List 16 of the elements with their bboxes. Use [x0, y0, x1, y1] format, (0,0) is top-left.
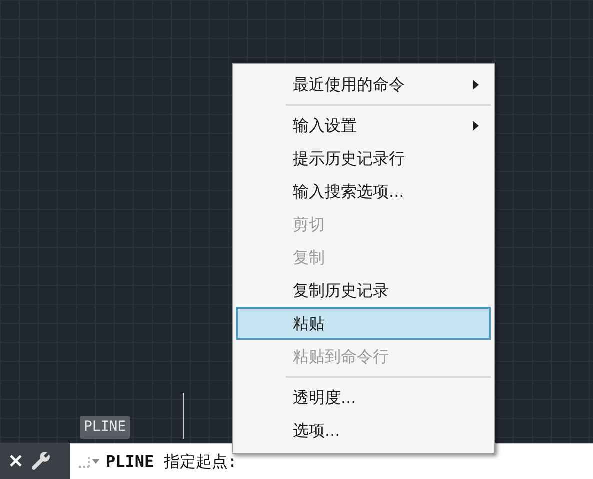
menu-item[interactable]: 输入设置	[236, 109, 491, 142]
menu-item[interactable]: 透明度...	[236, 381, 491, 414]
menu-item[interactable]: 最近使用的命令	[236, 68, 491, 101]
command-tooltip: PLINE	[80, 416, 130, 439]
dashed-line-icon	[78, 456, 90, 468]
caret-icon	[92, 458, 100, 464]
menu-item[interactable]: 粘贴	[236, 307, 491, 340]
menu-item[interactable]: 选项...	[236, 414, 491, 447]
close-button[interactable]	[8, 453, 24, 469]
crosshair-line	[183, 393, 184, 439]
menu-item[interactable]: 提示历史记录行	[236, 142, 491, 175]
command-dropdown-button[interactable]	[78, 456, 100, 468]
menu-item[interactable]: 输入搜索选项...	[236, 175, 491, 208]
command-prompt: PLINE 指定起点:	[106, 450, 238, 472]
menu-item[interactable]: 复制历史记录	[236, 274, 491, 307]
settings-button[interactable]	[30, 450, 52, 472]
